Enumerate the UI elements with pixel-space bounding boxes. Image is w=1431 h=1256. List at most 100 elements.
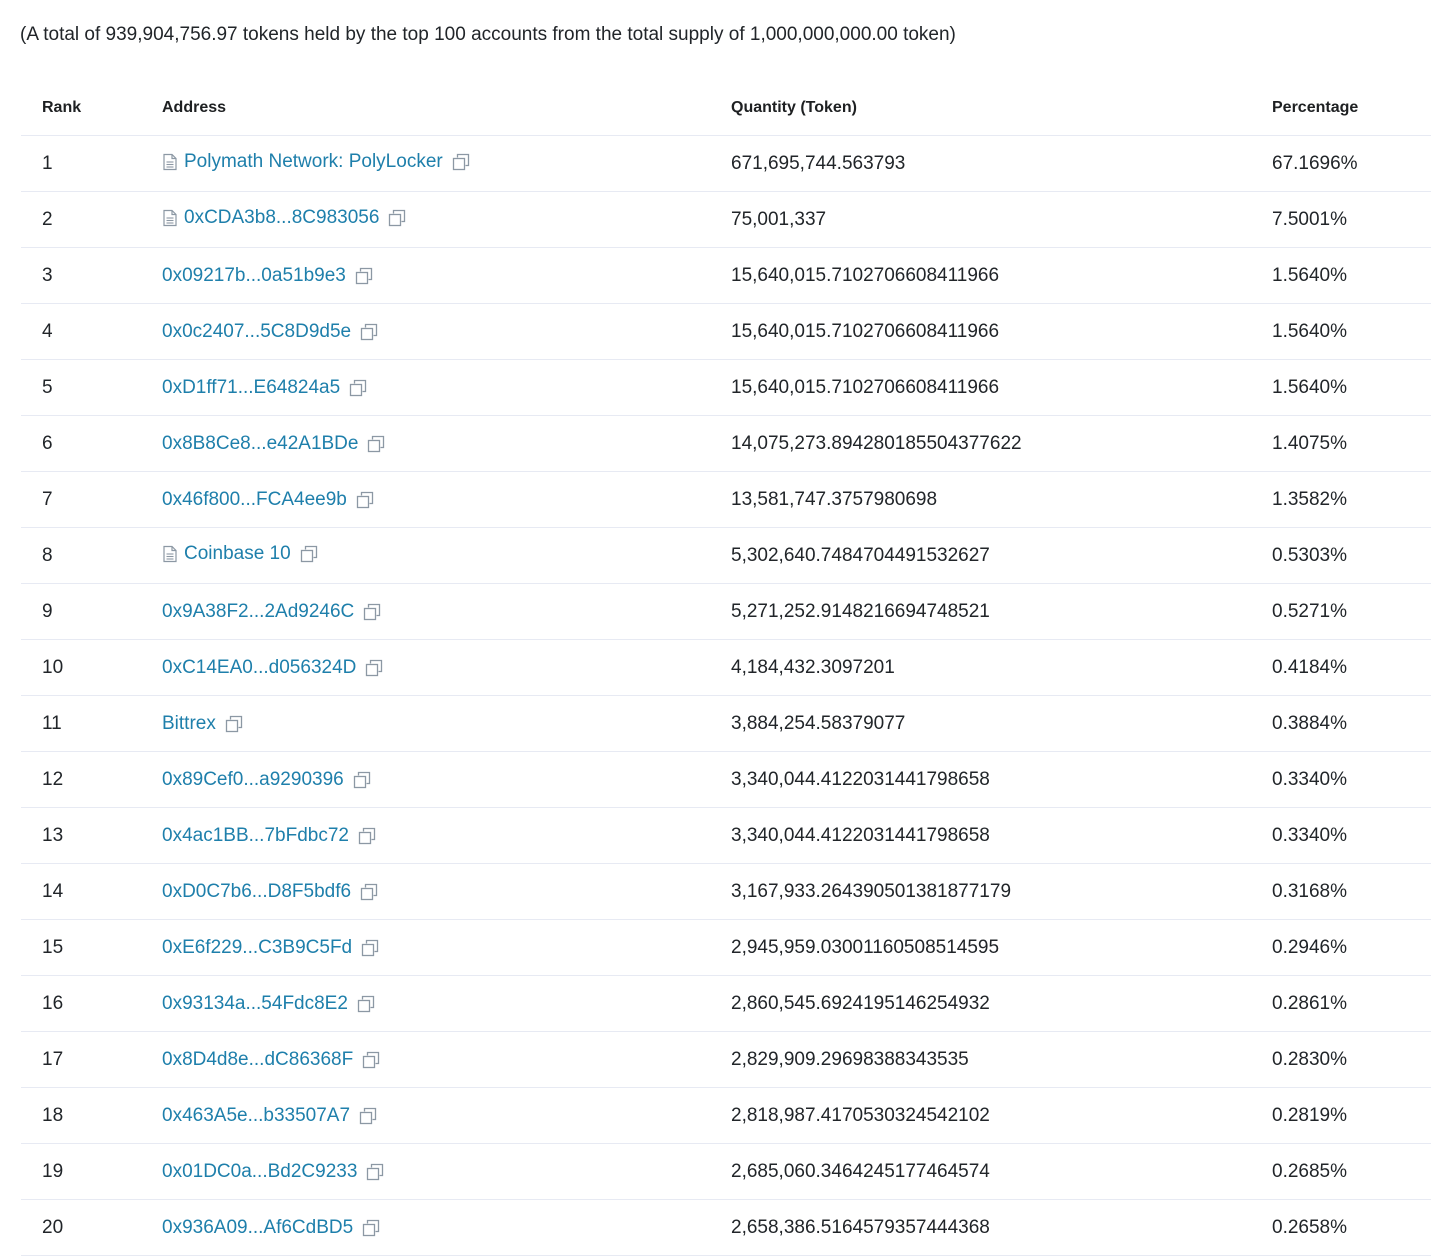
holder-address-link[interactable]: 0x93134a...54Fdc8E2 xyxy=(162,993,348,1015)
rank-cell: 15 xyxy=(21,919,162,976)
table-row: 14 0xD0C7b6...D8F5bdf6 3,167,933.264390501… xyxy=(21,863,1431,920)
holder-address-link[interactable]: Bittrex xyxy=(162,713,216,735)
holder-address-link[interactable]: 0xD1ff71...E64824a5 xyxy=(162,377,340,399)
rank-cell: 20 xyxy=(21,1199,162,1256)
copy-icon[interactable] xyxy=(348,378,368,398)
percentage-cell: 0.3168% xyxy=(1272,863,1431,920)
table-row: 10 0xC14EA0...d056324D 4,184,432.3097201 0.… xyxy=(21,639,1431,696)
address-header: Address xyxy=(162,80,731,136)
copy-icon[interactable] xyxy=(224,714,244,734)
table-row: 20 0x936A09...Af6CdBD5 2,658,386.516457935… xyxy=(21,1199,1431,1256)
address-cell: 0x93134a...54Fdc8E2 xyxy=(162,975,731,1032)
copy-icon[interactable] xyxy=(359,322,379,342)
address-wrapper: 0x89Cef0...a9290396 xyxy=(162,769,372,791)
rank-cell: 18 xyxy=(21,1087,162,1144)
rank-header: Rank xyxy=(21,80,162,136)
address-cell: 0x463A5e...b33507A7 xyxy=(162,1087,731,1144)
holder-address-link[interactable]: 0x46f800...FCA4ee9b xyxy=(162,489,347,511)
percentage-cell: 0.2658% xyxy=(1272,1199,1431,1256)
percentage-cell: 0.5271% xyxy=(1272,583,1431,640)
quantity-cell: 15,640,015.7102706608411966 xyxy=(731,359,1272,416)
percentage-cell: 0.3340% xyxy=(1272,807,1431,864)
holder-address-link[interactable]: 0xC14EA0...d056324D xyxy=(162,657,356,679)
address-wrapper: 0xC14EA0...d056324D xyxy=(162,657,384,679)
holder-address-link[interactable]: 0x09217b...0a51b9e3 xyxy=(162,265,346,287)
copy-icon[interactable] xyxy=(356,994,376,1014)
holder-address-link[interactable]: 0x89Cef0...a9290396 xyxy=(162,769,344,791)
holder-address-link[interactable]: 0x9A38F2...2Ad9246C xyxy=(162,601,354,623)
quantity-cell: 4,184,432.3097201 xyxy=(731,639,1272,696)
address-wrapper: 0x93134a...54Fdc8E2 xyxy=(162,993,376,1015)
address-wrapper: Coinbase 10 xyxy=(162,543,319,565)
address-cell: 0x09217b...0a51b9e3 xyxy=(162,247,731,304)
address-cell: Polymath Network: PolyLocker xyxy=(162,135,731,192)
rank-cell: 11 xyxy=(21,695,162,752)
holder-address-link[interactable]: 0x8D4d8e...dC86368F xyxy=(162,1049,353,1071)
rank-cell: 19 xyxy=(21,1143,162,1200)
percentage-cell: 0.3884% xyxy=(1272,695,1431,752)
table-row: 17 0x8D4d8e...dC86368F 2,829,909.296983883… xyxy=(21,1031,1431,1088)
table-row: 16 0x93134a...54Fdc8E2 2,860,545.692419514… xyxy=(21,975,1431,1032)
table-row: 4 0x0c2407...5C8D9d5e 15,640,015.710270660… xyxy=(21,303,1431,360)
copy-icon[interactable] xyxy=(355,490,375,510)
holder-address-link[interactable]: 0xD0C7b6...D8F5bdf6 xyxy=(162,881,351,903)
contract-file-icon xyxy=(162,153,178,171)
quantity-cell: 3,884,254.58379077 xyxy=(731,695,1272,752)
address-cell: 0x01DC0a...Bd2C9233 xyxy=(162,1143,731,1200)
copy-icon[interactable] xyxy=(359,882,379,902)
rank-cell: 8 xyxy=(21,527,162,584)
rank-cell: 6 xyxy=(21,415,162,472)
quantity-header: Quantity (Token) xyxy=(731,80,1272,136)
copy-icon[interactable] xyxy=(365,1162,385,1182)
quantity-cell: 3,167,933.264390501381877179 xyxy=(731,863,1272,920)
percentage-cell: 0.5303% xyxy=(1272,527,1431,584)
address-wrapper: 0xD1ff71...E64824a5 xyxy=(162,377,368,399)
quantity-cell: 3,340,044.4122031441798658 xyxy=(731,751,1272,808)
holder-address-link[interactable]: 0x8B8Ce8...e42A1BDe xyxy=(162,433,358,455)
rank-cell: 14 xyxy=(21,863,162,920)
holder-address-link[interactable]: 0x0c2407...5C8D9d5e xyxy=(162,321,351,343)
copy-icon[interactable] xyxy=(387,208,407,228)
copy-icon[interactable] xyxy=(361,1050,381,1070)
holder-address-link[interactable]: 0xCDA3b8...8C983056 xyxy=(184,207,379,229)
rank-cell: 5 xyxy=(21,359,162,416)
copy-icon[interactable] xyxy=(299,544,319,564)
copy-icon[interactable] xyxy=(354,266,374,286)
holder-address-link[interactable]: 0xE6f229...C3B9C5Fd xyxy=(162,937,352,959)
token-holders-table: Rank Address Quantity (Token) Percentage… xyxy=(21,80,1431,1256)
percentage-cell: 1.5640% xyxy=(1272,359,1431,416)
copy-icon[interactable] xyxy=(360,938,380,958)
percentage-cell: 1.5640% xyxy=(1272,303,1431,360)
table-row: 18 0x463A5e...b33507A7 2,818,987.417053032… xyxy=(21,1087,1431,1144)
copy-icon[interactable] xyxy=(362,602,382,622)
copy-icon[interactable] xyxy=(358,1106,378,1126)
copy-icon[interactable] xyxy=(366,434,386,454)
holder-address-link[interactable]: 0x936A09...Af6CdBD5 xyxy=(162,1217,353,1239)
address-wrapper: 0x463A5e...b33507A7 xyxy=(162,1105,378,1127)
table-row: 8 Coinbase 10 5,302,640.7484704491532627 0.… xyxy=(21,527,1431,584)
holder-address-link[interactable]: 0x4ac1BB...7bFdbc72 xyxy=(162,825,349,847)
address-wrapper: 0xE6f229...C3B9C5Fd xyxy=(162,937,380,959)
quantity-cell: 2,818,987.4170530324542102 xyxy=(731,1087,1272,1144)
quantity-cell: 2,685,060.3464245177464574 xyxy=(731,1143,1272,1200)
copy-icon[interactable] xyxy=(357,826,377,846)
address-wrapper: Polymath Network: PolyLocker xyxy=(162,151,471,173)
holder-address-link[interactable]: 0x463A5e...b33507A7 xyxy=(162,1105,350,1127)
header-row: Rank Address Quantity (Token) Percentage xyxy=(21,80,1431,136)
copy-icon[interactable] xyxy=(451,152,471,172)
quantity-cell: 5,271,252.9148216694748521 xyxy=(731,583,1272,640)
copy-icon[interactable] xyxy=(364,658,384,678)
copy-icon[interactable] xyxy=(352,770,372,790)
address-cell: 0x89Cef0...a9290396 xyxy=(162,751,731,808)
address-wrapper: 0x46f800...FCA4ee9b xyxy=(162,489,375,511)
address-cell: 0x4ac1BB...7bFdbc72 xyxy=(162,807,731,864)
rank-cell: 17 xyxy=(21,1031,162,1088)
address-wrapper: Bittrex xyxy=(162,713,244,735)
holder-address-link[interactable]: Coinbase 10 xyxy=(184,543,291,565)
holder-address-link[interactable]: Polymath Network: PolyLocker xyxy=(184,151,443,173)
holder-address-link[interactable]: 0x01DC0a...Bd2C9233 xyxy=(162,1161,357,1183)
address-cell: 0x8D4d8e...dC86368F xyxy=(162,1031,731,1088)
copy-icon[interactable] xyxy=(361,1218,381,1238)
quantity-cell: 15,640,015.7102706608411966 xyxy=(731,303,1272,360)
contract-file-icon xyxy=(162,209,178,227)
